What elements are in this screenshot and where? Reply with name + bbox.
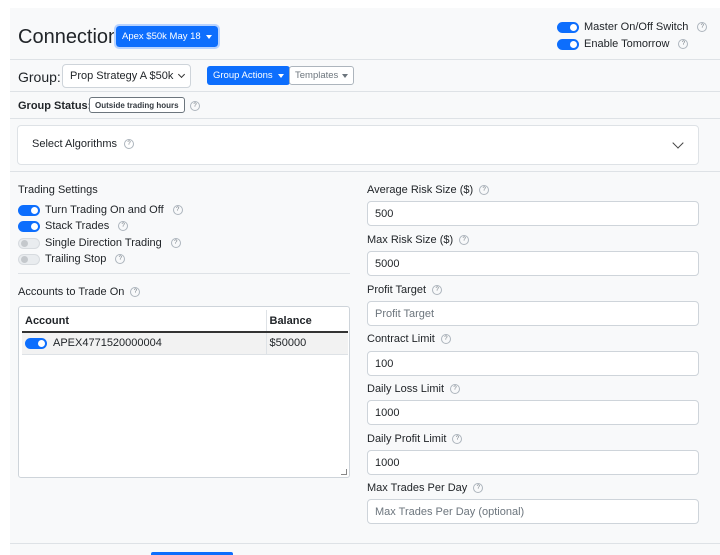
help-icon[interactable]: ? (123, 139, 134, 150)
help-icon[interactable]: ? (450, 384, 461, 395)
caret-down-icon (205, 34, 212, 39)
status-badge: Outside trading hours (89, 97, 185, 113)
connection-title: Connection: (18, 26, 125, 48)
daily-loss-input[interactable]: 1000 (367, 400, 699, 425)
help-icon[interactable]: ? (678, 39, 689, 49)
field-label: Max Trades Per Day? (367, 482, 484, 494)
divider (10, 118, 720, 119)
group-select-value: Prop Strategy A $50k (70, 70, 174, 82)
setting-label: Stack Trades (45, 220, 110, 232)
setting-label: Single Direction Trading (45, 237, 162, 249)
divider (10, 171, 720, 172)
chevron-down-icon (672, 137, 684, 149)
divider (10, 543, 720, 544)
select-algorithms-accordion[interactable]: Select Algorithms? (17, 125, 699, 165)
help-icon[interactable]: ? (432, 285, 443, 296)
field-label: Average Risk Size ($)? (367, 184, 490, 196)
accounts-table-container[interactable]: Account Balance APEX4771520000004 $50000 (18, 306, 350, 478)
caret-down-icon (342, 73, 349, 78)
field-label: Max Risk Size ($)? (367, 234, 470, 246)
table-row[interactable]: APEX4771520000004 $50000 (22, 332, 348, 355)
field-label: Profit Target? (367, 284, 443, 296)
max-trades-input[interactable]: Max Trades Per Day (optional) (367, 499, 699, 524)
help-icon[interactable]: ? (130, 287, 141, 298)
templates-label: Templates (295, 70, 339, 81)
divider (10, 59, 720, 60)
setting-row: Stack Trades ? (18, 220, 129, 232)
help-icon[interactable]: ? (172, 205, 183, 215)
help-icon[interactable]: ? (452, 434, 463, 445)
master-switch-row: Master On/Off Switch ? (557, 21, 708, 33)
turn-trading-toggle[interactable] (18, 204, 40, 216)
daily-profit-input[interactable]: 1000 (367, 450, 699, 475)
accounts-title: Accounts to Trade On? (18, 286, 141, 298)
stack-trades-toggle[interactable] (18, 220, 40, 232)
help-icon[interactable]: ? (115, 254, 126, 264)
group-label: Group: (18, 69, 61, 85)
trailing-stop-toggle[interactable] (18, 253, 40, 265)
connection-dropdown-label: Apex $50k May 18 (122, 31, 201, 42)
balance-cell: $50000 (265, 332, 348, 355)
setting-row: Turn Trading On and Off ? (18, 204, 183, 216)
account-cell: APEX4771520000004 (22, 332, 266, 355)
group-select[interactable]: Prop Strategy A $50k (62, 64, 191, 88)
account-enabled-toggle[interactable] (25, 337, 47, 349)
enable-tomorrow-label: Enable Tomorrow (584, 38, 670, 50)
single-direction-toggle[interactable] (18, 237, 40, 249)
master-switch-label: Master On/Off Switch (584, 21, 689, 33)
group-actions-button[interactable]: Group Actions (207, 66, 290, 85)
help-icon[interactable]: ? (170, 238, 181, 248)
help-icon[interactable]: ? (440, 334, 451, 345)
help-icon[interactable]: ? (118, 221, 129, 231)
field-label: Contract Limit? (367, 333, 451, 345)
connection-dropdown-button[interactable]: Apex $50k May 18 (114, 24, 220, 49)
trading-settings-title: Trading Settings (18, 184, 98, 196)
help-icon[interactable]: ? (697, 22, 708, 32)
group-status-label: Group Status: (18, 100, 92, 112)
resize-handle-icon[interactable] (341, 469, 347, 475)
max-risk-input[interactable]: 5000 (367, 251, 699, 276)
group-actions-label: Group Actions (213, 70, 273, 81)
divider (10, 91, 720, 92)
master-switch-toggle[interactable] (557, 21, 579, 33)
enable-tomorrow-toggle[interactable] (557, 38, 579, 50)
accounts-table: Account Balance APEX4771520000004 $50000 (22, 310, 348, 355)
setting-label: Turn Trading On and Off (45, 204, 164, 216)
column-header-account: Account (22, 310, 266, 333)
help-icon[interactable]: ? (459, 235, 470, 246)
profit-target-input[interactable]: Profit Target (367, 301, 699, 326)
enable-tomorrow-row: Enable Tomorrow ? (557, 38, 689, 50)
setting-label: Trailing Stop (45, 253, 107, 265)
account-id: APEX4771520000004 (53, 337, 162, 350)
setting-row: Single Direction Trading ? (18, 237, 181, 249)
field-label: Daily Loss Limit? (367, 383, 461, 395)
divider (18, 273, 350, 274)
templates-button[interactable]: Templates (289, 66, 355, 85)
contract-limit-input[interactable]: 100 (367, 351, 699, 376)
average-risk-input[interactable]: 500 (367, 201, 699, 226)
column-header-balance: Balance (265, 310, 348, 333)
setting-row: Trailing Stop ? (18, 253, 126, 265)
help-icon[interactable]: ? (473, 483, 484, 494)
field-label: Daily Profit Limit? (367, 433, 463, 445)
help-icon[interactable]: ? (479, 185, 490, 196)
chevron-down-icon (178, 70, 186, 79)
caret-down-icon (277, 73, 284, 78)
select-algorithms-label: Select Algorithms? (32, 138, 134, 150)
help-icon[interactable]: ? (190, 101, 200, 111)
